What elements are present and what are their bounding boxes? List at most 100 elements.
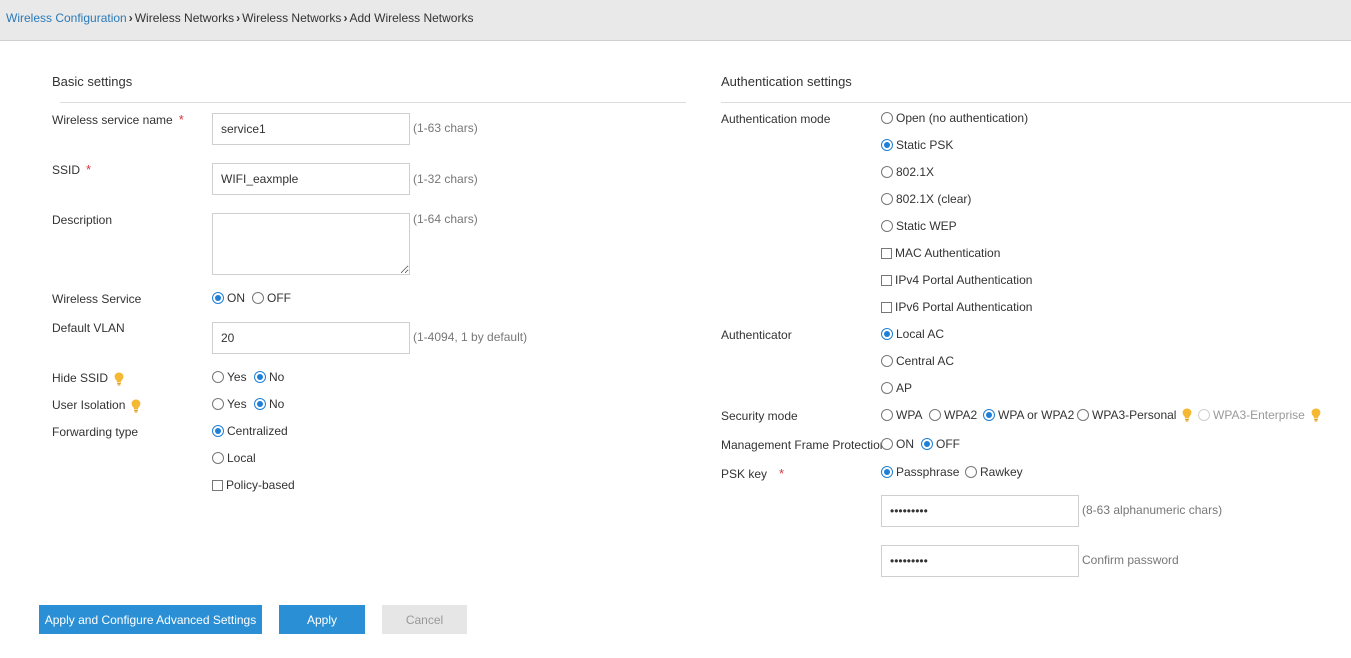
option-label: Policy-based xyxy=(226,478,295,492)
description-textarea[interactable] xyxy=(212,213,410,275)
psk-passphrase-radio[interactable]: Passphrase xyxy=(881,465,959,479)
psk-confirm-input[interactable] xyxy=(881,545,1079,577)
radio-icon xyxy=(881,220,893,232)
option-label: Central AC xyxy=(896,354,955,368)
breadcrumb-wireless-configuration[interactable]: Wireless Configuration xyxy=(6,11,127,25)
user-isolation-label-row: User Isolation xyxy=(52,398,141,413)
option-label: IPv6 Portal Authentication xyxy=(895,300,1033,314)
ssid-input[interactable] xyxy=(212,163,410,195)
option-label: No xyxy=(269,397,285,411)
option-label: WPA2 xyxy=(944,408,978,422)
radio-icon xyxy=(881,112,893,124)
user-isolation-label: User Isolation xyxy=(52,398,126,412)
checkbox-icon xyxy=(212,479,223,491)
hide-ssid-label: Hide SSID xyxy=(52,371,109,385)
auth-static-wep-radio[interactable]: Static WEP xyxy=(881,219,957,233)
default-vlan-input[interactable] xyxy=(212,322,410,354)
option-label: Rawkey xyxy=(980,465,1023,479)
option-label: ON xyxy=(896,437,914,451)
auth-ipv4-portal-checkbox[interactable]: IPv4 Portal Authentication xyxy=(881,273,1032,287)
radio-selected-icon xyxy=(881,466,893,478)
radio-selected-icon xyxy=(881,139,893,151)
radio-icon xyxy=(212,398,224,410)
security-wpa2-radio[interactable]: WPA2 xyxy=(929,408,977,422)
user-isolation-yes-radio[interactable]: Yes xyxy=(212,397,247,411)
auth-open-radio[interactable]: Open (no authentication) xyxy=(881,111,1028,125)
security-wpa-or-wpa2-radio[interactable]: WPA or WPA2 xyxy=(983,408,1074,422)
psk-password-hint: (8-63 alphanumeric chars) xyxy=(1082,503,1223,517)
option-label: Local AC xyxy=(896,327,945,341)
auth-static-psk-radio[interactable]: Static PSK xyxy=(881,138,953,152)
forwarding-centralized-radio[interactable]: Centralized xyxy=(212,424,288,438)
authenticator-ap-radio[interactable]: AP xyxy=(881,381,912,395)
description-label: Description xyxy=(52,213,113,227)
auth-mode-label: Authentication mode xyxy=(721,112,831,126)
forwarding-policy-checkbox[interactable]: Policy-based xyxy=(212,478,295,492)
lightbulb-icon[interactable] xyxy=(1182,408,1192,422)
cancel-button[interactable]: Cancel xyxy=(382,605,467,634)
chevron-right-icon: › xyxy=(343,11,348,25)
hide-ssid-no-radio[interactable]: No xyxy=(254,370,284,384)
required-marker: * xyxy=(178,112,184,127)
apply-configure-advanced-button[interactable]: Apply and Configure Advanced Settings xyxy=(39,605,262,634)
radio-icon xyxy=(929,409,941,421)
chevron-right-icon: › xyxy=(128,11,133,25)
authenticator-central-ac-radio[interactable]: Central AC xyxy=(881,354,954,368)
radio-selected-icon xyxy=(921,438,933,450)
ssid-label: SSID xyxy=(52,163,81,177)
option-label: Centralized xyxy=(227,424,288,438)
breadcrumb-bar: Wireless Configuration › Wireless Networks… xyxy=(0,0,1351,41)
ssid-label-row: SSID * xyxy=(52,162,91,177)
service-name-hint: (1-63 chars) xyxy=(413,121,478,135)
checkbox-icon xyxy=(881,274,892,286)
mfp-off-radio[interactable]: OFF xyxy=(921,437,960,451)
wireless-service-on-radio[interactable]: ON xyxy=(212,291,245,305)
radio-icon xyxy=(1077,409,1089,421)
radio-icon xyxy=(881,193,893,205)
lightbulb-icon[interactable] xyxy=(114,372,124,386)
checkbox-icon xyxy=(881,247,892,259)
option-label: 802.1X xyxy=(896,165,935,179)
psk-confirm-hint: Confirm password xyxy=(1082,553,1179,567)
option-label: No xyxy=(269,370,285,384)
authenticator-local-ac-radio[interactable]: Local AC xyxy=(881,327,944,341)
wireless-service-off-radio[interactable]: OFF xyxy=(252,291,291,305)
auth-8021x-radio[interactable]: 802.1X xyxy=(881,165,934,179)
service-name-input[interactable] xyxy=(212,113,410,145)
option-label: MAC Authentication xyxy=(895,246,1001,260)
option-label: WPA3-Enterprise xyxy=(1213,408,1305,422)
radio-icon xyxy=(881,438,893,450)
forwarding-local-radio[interactable]: Local xyxy=(212,451,256,465)
auth-8021x-clear-radio[interactable]: 802.1X (clear) xyxy=(881,192,971,206)
auth-ipv6-portal-checkbox[interactable]: IPv6 Portal Authentication xyxy=(881,300,1032,314)
option-label: Passphrase xyxy=(896,465,960,479)
option-label: WPA or WPA2 xyxy=(998,408,1075,422)
security-mode-label: Security mode xyxy=(721,409,798,423)
service-name-label: Wireless service name xyxy=(52,113,173,127)
auth-mac-checkbox[interactable]: MAC Authentication xyxy=(881,246,1000,260)
lightbulb-icon[interactable] xyxy=(1311,408,1321,422)
option-label: 802.1X (clear) xyxy=(896,192,972,206)
breadcrumb: Wireless Configuration › Wireless Networks… xyxy=(6,11,473,25)
psk-rawkey-radio[interactable]: Rawkey xyxy=(965,465,1023,479)
security-wpa3-enterprise-radio[interactable]: WPA3-Enterprise xyxy=(1198,408,1321,422)
security-wpa-radio[interactable]: WPA xyxy=(881,408,922,422)
lightbulb-icon[interactable] xyxy=(131,399,141,413)
psk-password-input[interactable] xyxy=(881,495,1079,527)
hide-ssid-yes-radio[interactable]: Yes xyxy=(212,370,247,384)
apply-button[interactable]: Apply xyxy=(279,605,365,634)
auth-settings-title: Authentication settings xyxy=(721,74,852,89)
chevron-right-icon: › xyxy=(236,11,241,25)
radio-selected-icon xyxy=(881,328,893,340)
wireless-service-label: Wireless Service xyxy=(52,292,142,306)
security-wpa3-personal-radio[interactable]: WPA3-Personal xyxy=(1077,408,1192,422)
checkbox-icon xyxy=(881,301,892,313)
mfp-on-radio[interactable]: ON xyxy=(881,437,914,451)
user-isolation-no-radio[interactable]: No xyxy=(254,397,284,411)
option-label: AP xyxy=(896,381,913,395)
default-vlan-label: Default VLAN xyxy=(52,321,125,335)
radio-icon xyxy=(212,452,224,464)
radio-icon xyxy=(252,292,264,304)
default-vlan-hint: (1-4094, 1 by default) xyxy=(413,330,528,344)
description-hint: (1-64 chars) xyxy=(413,212,478,226)
